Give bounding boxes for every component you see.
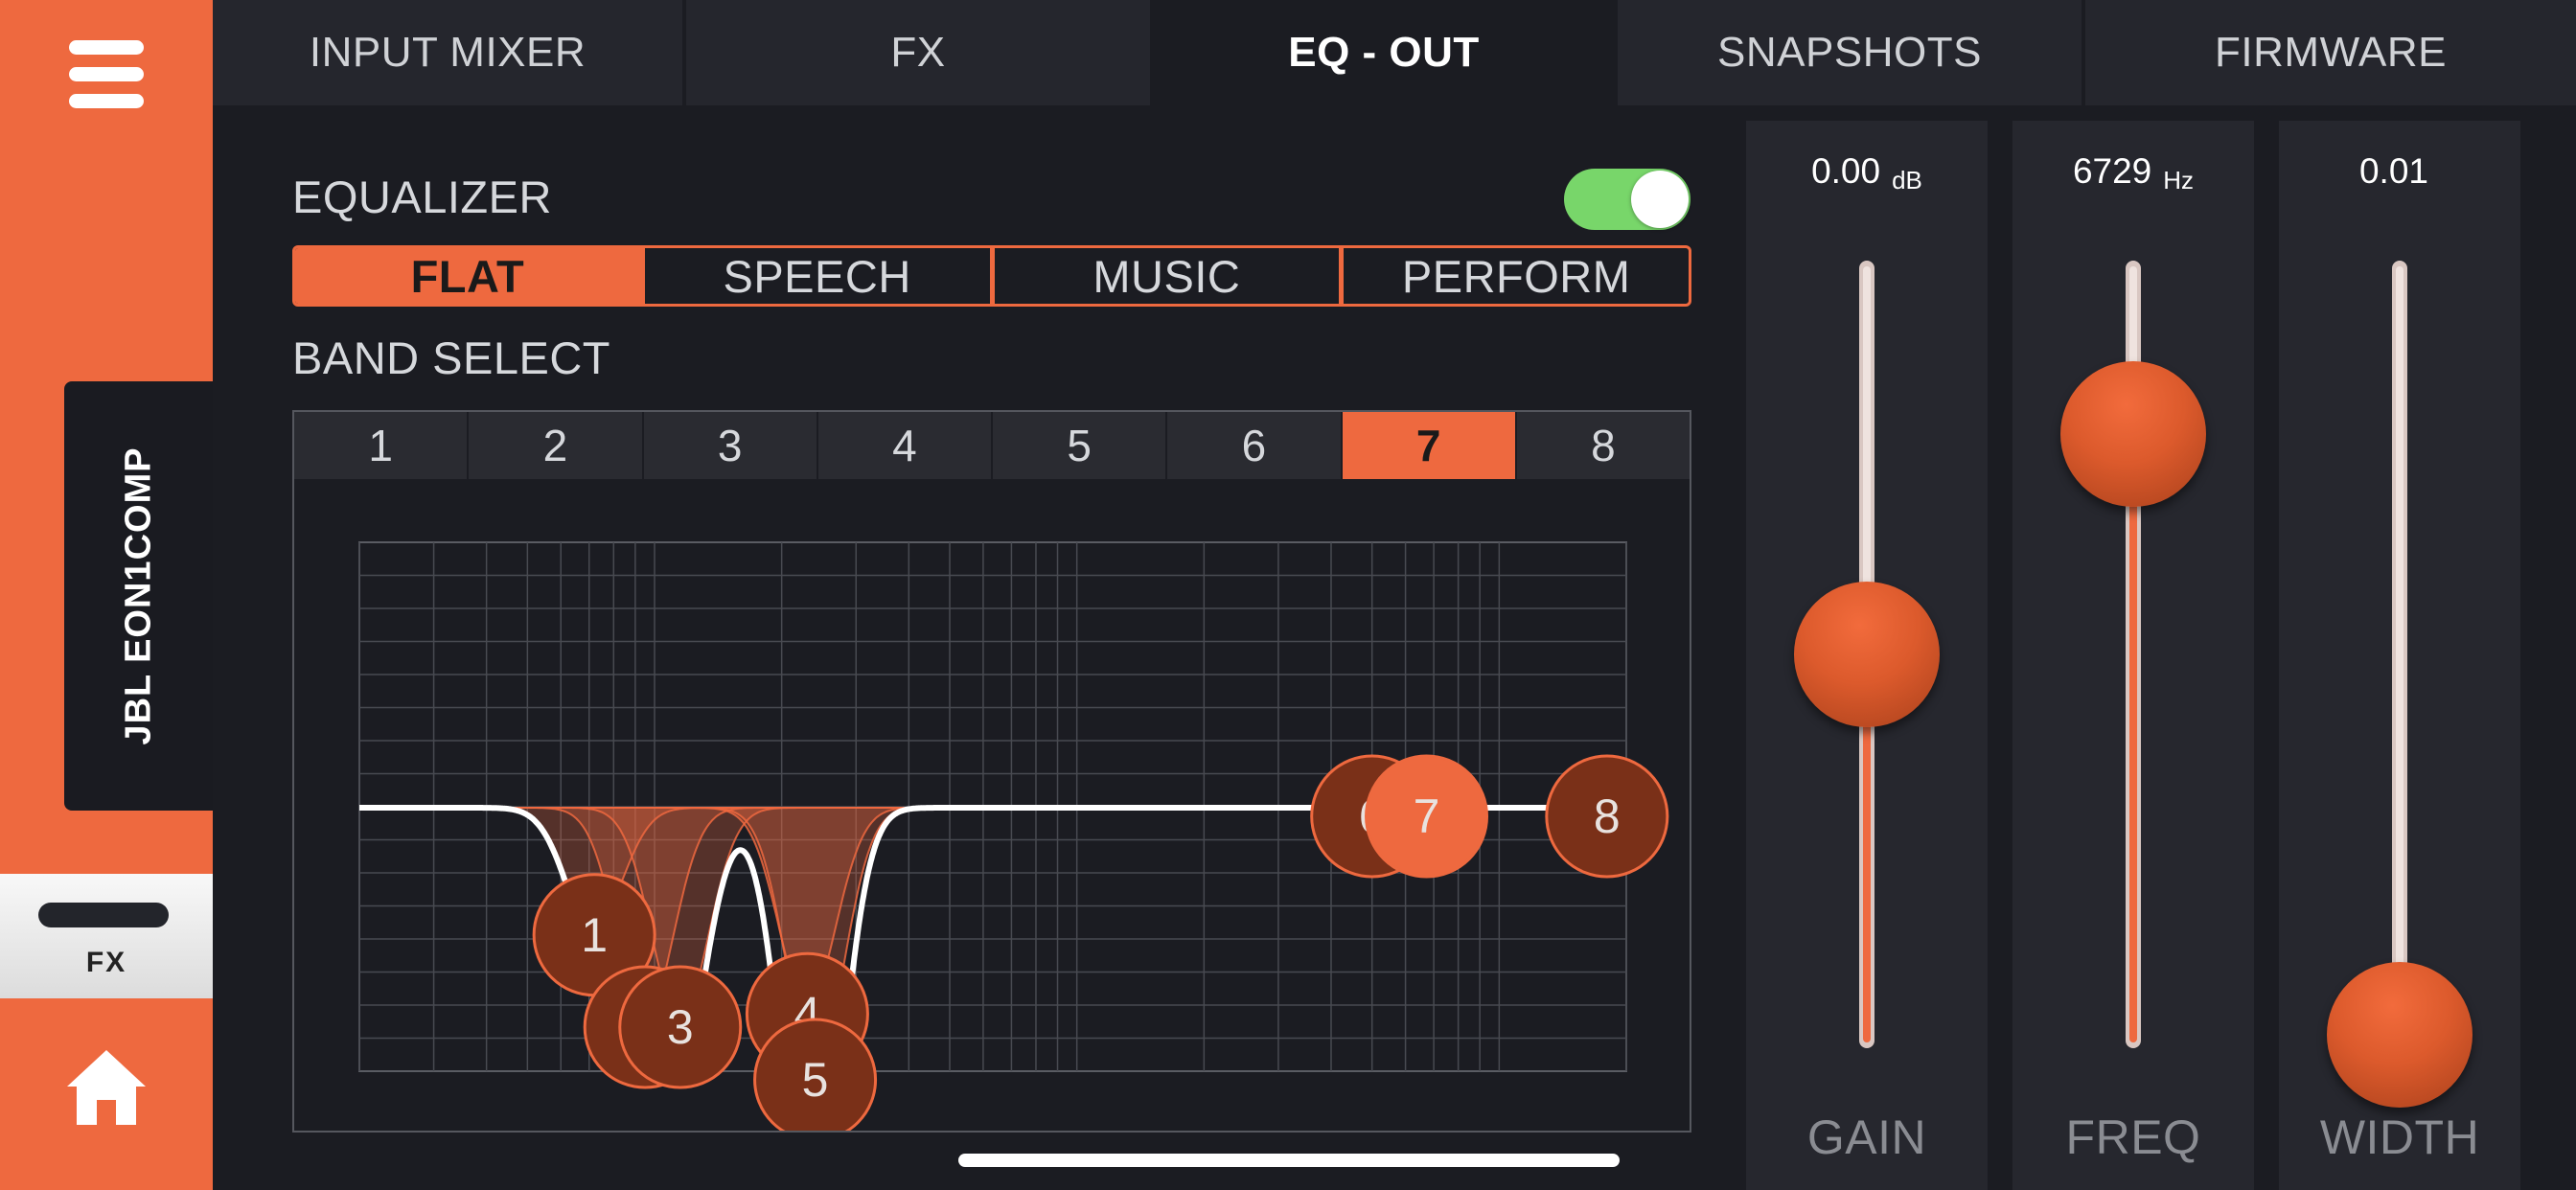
freq-unit: Hz <box>2163 166 2195 195</box>
preset-perform[interactable]: PERFORM <box>1339 248 1689 304</box>
freq-slider-knob[interactable] <box>2060 360 2206 507</box>
width-track-upper <box>2396 266 2404 1035</box>
gain-slider-knob[interactable] <box>1794 582 1940 727</box>
gain-value: 0.00 <box>1811 151 1881 191</box>
band-node-3[interactable]: 3 <box>618 965 743 1089</box>
sidebar: JBL EON1COMP FX <box>0 0 213 1190</box>
freq-readout: 6729 Hz <box>2012 151 2254 195</box>
band-node-label: 7 <box>1414 790 1440 843</box>
preset-flat[interactable]: FLAT <box>295 248 640 304</box>
tab-eq-out[interactable]: EQ - OUT <box>1154 0 1614 105</box>
eq-graph-panel: 1 2 3 4 5 6 7 8 12345687 <box>292 410 1691 1133</box>
preset-speech[interactable]: SPEECH <box>639 248 990 304</box>
width-slider-panel: 0.01 WIDTH <box>2279 121 2520 1190</box>
width-slider-knob[interactable] <box>2327 962 2472 1108</box>
hamburger-menu-icon[interactable] <box>69 40 144 109</box>
band-node-label: 1 <box>581 908 608 962</box>
width-value: 0.01 <box>2358 151 2428 191</box>
gain-readout: 0.00 dB <box>1746 151 1988 195</box>
top-tab-bar: INPUT MIXER FX EQ - OUT SNAPSHOTS FIRMWA… <box>213 0 2576 105</box>
gain-label: GAIN <box>1806 1110 1927 1164</box>
band-node-label: 3 <box>667 1000 694 1054</box>
tab-snapshots[interactable]: SNAPSHOTS <box>1618 0 2082 105</box>
home-icon[interactable] <box>63 1046 150 1129</box>
toggle-knob <box>1631 171 1689 228</box>
band-select-title: BAND SELECT <box>292 332 610 383</box>
freq-track-fill <box>2129 433 2137 1042</box>
fx-button[interactable]: FX <box>0 874 213 998</box>
gain-unit: dB <box>1892 166 1922 195</box>
band-node-label: 8 <box>1594 790 1621 843</box>
equalizer-title: EQUALIZER <box>292 172 552 222</box>
width-label: WIDTH <box>2319 1110 2480 1164</box>
equalizer-toggle[interactable] <box>1564 169 1690 230</box>
freq-value: 6729 <box>2072 151 2152 191</box>
tab-firmware[interactable]: FIRMWARE <box>2085 0 2576 105</box>
home-indicator[interactable] <box>958 1154 1620 1167</box>
tab-fx[interactable]: FX <box>686 0 1150 105</box>
eq-response-graph[interactable]: 12345687 <box>294 412 1690 1131</box>
band-node-label: 5 <box>802 1053 829 1107</box>
band-node-7[interactable]: 7 <box>1365 754 1489 879</box>
gain-slider-panel: 0.00 dB GAIN <box>1746 121 1988 1190</box>
fx-indicator <box>38 903 169 927</box>
device-tab[interactable]: JBL EON1COMP <box>64 381 213 811</box>
preset-music[interactable]: MUSIC <box>989 248 1340 304</box>
freq-slider-panel: 6729 Hz FREQ <box>2012 121 2254 1190</box>
freq-label: FREQ <box>2065 1110 2201 1164</box>
band-node-5[interactable]: 5 <box>753 1018 878 1131</box>
preset-selector: FLAT SPEECH MUSIC PERFORM <box>292 245 1691 307</box>
width-readout: 0.01 <box>2279 151 2520 192</box>
fx-label: FX <box>85 947 127 978</box>
band-node-8[interactable]: 8 <box>1545 754 1669 879</box>
tab-input-mixer[interactable]: INPUT MIXER <box>213 0 682 105</box>
device-name: JBL EON1COMP <box>118 446 158 745</box>
